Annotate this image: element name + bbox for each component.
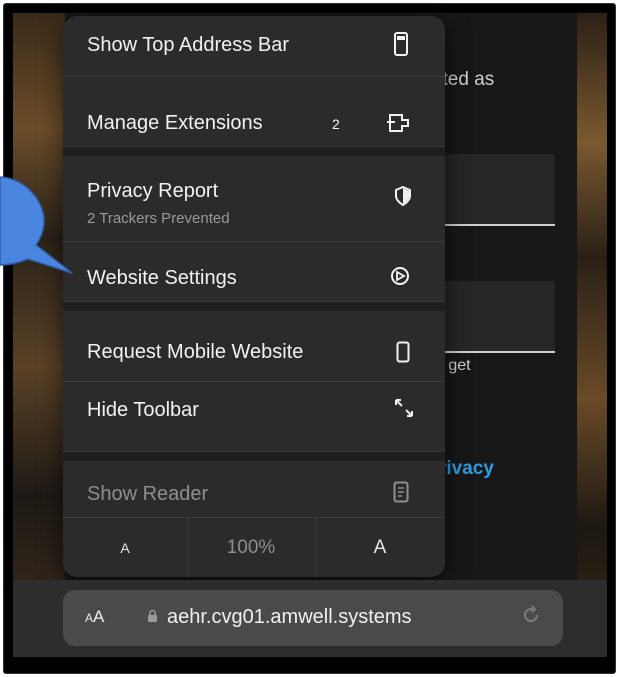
website-settings-icon [389, 265, 411, 293]
zoom-in-button[interactable]: A [315, 518, 445, 577]
reload-icon[interactable] [521, 605, 541, 631]
page-menu-button[interactable]: AA [85, 607, 104, 627]
background-image-right [577, 13, 607, 657]
menu-item-label: Manage Extensions [87, 112, 263, 134]
extensions-count-badge: 2 [332, 116, 340, 132]
menu-item-label: Request Mobile Website [87, 341, 304, 363]
menu-item-manage-extensions[interactable]: Manage Extensions 2 [63, 76, 445, 147]
zoom-out-label: A [120, 540, 130, 556]
background-input-field-1[interactable] [445, 154, 555, 226]
menu-item-label: Show Top Address Bar [87, 34, 289, 56]
aa-large-letter: A [93, 607, 105, 626]
mobile-device-icon [396, 341, 410, 369]
zoom-controls: A 100% A [63, 517, 445, 577]
menu-item-website-settings[interactable]: Website Settings [63, 241, 445, 302]
menu-separator [63, 452, 445, 461]
menu-item-request-mobile-website[interactable]: Request Mobile Website [63, 311, 445, 382]
background-input-field-2[interactable] [445, 281, 555, 353]
shield-icon [395, 185, 411, 212]
menu-item-show-reader[interactable]: Show Reader [63, 461, 445, 517]
menu-item-label: Hide Toolbar [87, 399, 199, 421]
reader-icon [393, 481, 409, 509]
menu-item-show-top-address-bar[interactable]: Show Top Address Bar [63, 16, 445, 77]
menu-item-privacy-report[interactable]: Privacy Report 2 Trackers Prevented [63, 156, 445, 242]
background-image-left [13, 13, 65, 657]
menu-separator [63, 302, 445, 311]
aa-small-letter: A [85, 611, 94, 625]
privacy-link[interactable]: rivacy [439, 458, 494, 480]
menu-item-label: Show Reader [87, 483, 209, 505]
menu-item-hide-toolbar[interactable]: Hide Toolbar [63, 381, 445, 452]
address-bar[interactable]: AA aehr.cvg01.amwell.systems [63, 590, 563, 646]
zoom-level-text: 100% [226, 537, 276, 558]
bottom-toolbar: AA aehr.cvg01.amwell.systems [13, 580, 607, 657]
address-bar-top-icon [393, 31, 409, 63]
zoom-out-button[interactable]: A [63, 518, 188, 577]
menu-separator [63, 147, 445, 156]
extension-icon [386, 112, 412, 140]
page-menu: Show Top Address Bar Manage Extensions 2… [63, 16, 445, 577]
zoom-in-label: A [373, 537, 387, 558]
zoom-level-button[interactable]: 100% [187, 518, 316, 577]
url-text: aehr.cvg01.amwell.systems [167, 606, 412, 628]
lock-icon [147, 609, 158, 626]
expand-arrows-icon [393, 397, 415, 425]
annotation-callout-bubble [0, 176, 73, 274]
